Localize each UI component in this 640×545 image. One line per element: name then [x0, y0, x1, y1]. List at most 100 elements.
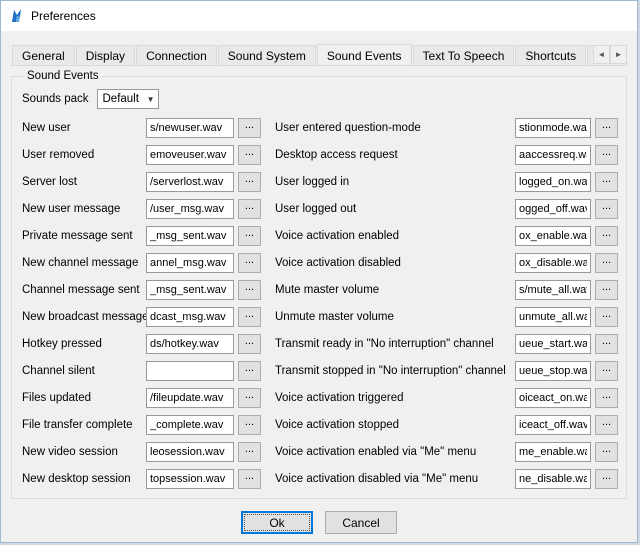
tab-general[interactable]: General — [12, 45, 75, 65]
sound-event-label: Server lost — [22, 176, 146, 188]
sound-events-column-right: User entered question-mode ... Desktop a… — [275, 114, 618, 492]
ok-button[interactable]: Ok — [241, 511, 313, 534]
sound-file-input[interactable] — [146, 334, 234, 354]
sound-file-input[interactable] — [146, 199, 234, 219]
sound-event-label: Mute master volume — [275, 284, 515, 296]
sound-event-label: Voice activation disabled via "Me" menu — [275, 473, 515, 485]
sound-file-input[interactable] — [515, 307, 591, 327]
browse-button[interactable]: ... — [238, 226, 261, 246]
sound-file-input[interactable] — [146, 307, 234, 327]
browse-button[interactable]: ... — [595, 388, 618, 408]
dialog-footer: Ok Cancel — [11, 511, 627, 534]
tab-shortcuts[interactable]: Shortcuts — [515, 45, 586, 65]
tab-scroll-right-button[interactable]: ► — [610, 45, 627, 64]
browse-button[interactable]: ... — [238, 415, 261, 435]
app-icon — [9, 8, 25, 24]
sound-file-input[interactable] — [146, 469, 234, 489]
sound-file-input[interactable] — [146, 172, 234, 192]
sound-file-input[interactable] — [515, 199, 591, 219]
sound-file-input[interactable] — [146, 361, 234, 381]
sound-file-input[interactable] — [515, 334, 591, 354]
sound-event-row: Desktop access request ... — [275, 141, 618, 168]
sound-file-input[interactable] — [146, 118, 234, 138]
sound-file-input[interactable] — [515, 172, 591, 192]
sound-file-input[interactable] — [146, 442, 234, 462]
browse-button[interactable]: ... — [238, 253, 261, 273]
browse-button[interactable]: ... — [595, 145, 618, 165]
browse-button[interactable]: ... — [595, 415, 618, 435]
sound-event-row: User logged out ... — [275, 195, 618, 222]
sound-file-input[interactable] — [515, 145, 591, 165]
browse-button[interactable]: ... — [238, 469, 261, 489]
sound-event-row: Voice activation enabled via "Me" menu .… — [275, 438, 618, 465]
tab-text-to-speech[interactable]: Text To Speech — [413, 45, 515, 65]
sound-file-input[interactable] — [515, 442, 591, 462]
browse-button[interactable]: ... — [595, 469, 618, 489]
browse-button[interactable]: ... — [238, 145, 261, 165]
browse-button[interactable]: ... — [238, 172, 261, 192]
browse-button[interactable]: ... — [595, 361, 618, 381]
sound-event-row: New broadcast message ... — [22, 303, 261, 330]
sound-file-input[interactable] — [515, 118, 591, 138]
sound-file-input[interactable] — [515, 388, 591, 408]
sound-event-row: Transmit ready in "No interruption" chan… — [275, 330, 618, 357]
sound-file-input[interactable] — [146, 145, 234, 165]
browse-button[interactable]: ... — [595, 307, 618, 327]
sounds-pack-value: Default — [103, 93, 139, 105]
tab-sound-events[interactable]: Sound Events — [317, 44, 412, 66]
browse-button[interactable]: ... — [238, 199, 261, 219]
browse-button[interactable]: ... — [595, 334, 618, 354]
sound-event-row: Hotkey pressed ... — [22, 330, 261, 357]
sound-file-input[interactable] — [515, 253, 591, 273]
sound-file-input[interactable] — [515, 226, 591, 246]
browse-button[interactable]: ... — [238, 361, 261, 381]
browse-button[interactable]: ... — [595, 226, 618, 246]
browse-button[interactable]: ... — [238, 442, 261, 462]
sound-file-input[interactable] — [146, 280, 234, 300]
sound-event-row: Mute master volume ... — [275, 276, 618, 303]
sound-event-row: New user message ... — [22, 195, 261, 222]
sound-file-input[interactable] — [146, 253, 234, 273]
tab-sound-system[interactable]: Sound System — [218, 45, 316, 65]
sound-event-label: Hotkey pressed — [22, 338, 146, 350]
chevron-down-icon: ▼ — [147, 95, 155, 104]
sound-event-label: Voice activation triggered — [275, 392, 515, 404]
tab-display[interactable]: Display — [76, 45, 135, 65]
sound-file-input[interactable] — [146, 388, 234, 408]
window-title: Preferences — [31, 9, 96, 23]
sound-file-input[interactable] — [146, 415, 234, 435]
cancel-button[interactable]: Cancel — [325, 511, 397, 534]
tab-connection[interactable]: Connection — [136, 45, 217, 65]
browse-button[interactable]: ... — [595, 199, 618, 219]
sound-events-groupbox: Sound Events Sounds pack Default ▼ New u… — [11, 70, 627, 499]
sound-file-input[interactable] — [515, 415, 591, 435]
browse-button[interactable]: ... — [595, 253, 618, 273]
groupbox-title: Sound Events — [24, 70, 102, 82]
browse-button[interactable]: ... — [595, 118, 618, 138]
sound-file-input[interactable] — [515, 280, 591, 300]
sound-event-row: File transfer complete ... — [22, 411, 261, 438]
sounds-pack-select[interactable]: Default ▼ — [97, 89, 159, 109]
sound-event-label: Desktop access request — [275, 149, 515, 161]
browse-button[interactable]: ... — [595, 442, 618, 462]
browse-button[interactable]: ... — [238, 280, 261, 300]
sound-file-input[interactable] — [146, 226, 234, 246]
sound-event-row: Channel silent ... — [22, 357, 261, 384]
preferences-window: Preferences General Display Connection S… — [0, 0, 638, 543]
tab-scroll-left-button[interactable]: ◄ — [593, 45, 610, 64]
sound-event-row: New video session ... — [22, 438, 261, 465]
browse-button[interactable]: ... — [595, 280, 618, 300]
browse-button[interactable]: ... — [238, 307, 261, 327]
browse-button[interactable]: ... — [238, 118, 261, 138]
browse-button[interactable]: ... — [238, 334, 261, 354]
sound-file-input[interactable] — [515, 469, 591, 489]
sound-event-row: Server lost ... — [22, 168, 261, 195]
browse-button[interactable]: ... — [238, 388, 261, 408]
sound-event-label: Private message sent — [22, 230, 146, 242]
browse-button[interactable]: ... — [595, 172, 618, 192]
titlebar: Preferences — [1, 1, 637, 31]
sounds-pack-label: Sounds pack — [22, 93, 89, 105]
sound-event-label: Channel message sent — [22, 284, 146, 296]
sound-file-input[interactable] — [515, 361, 591, 381]
sound-event-row: Voice activation triggered ... — [275, 384, 618, 411]
